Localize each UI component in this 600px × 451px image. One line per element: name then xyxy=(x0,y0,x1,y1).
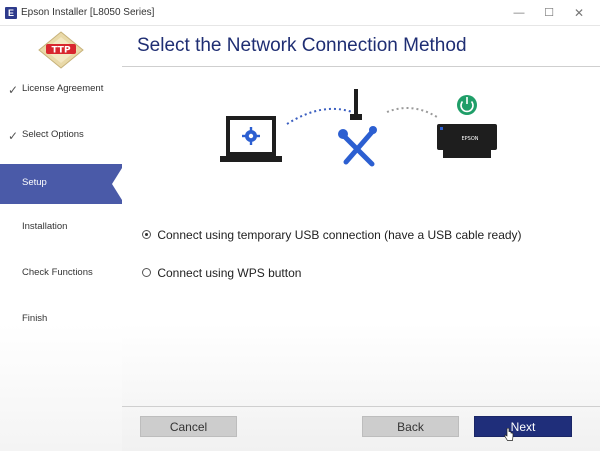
ttp-logo: TTP xyxy=(38,31,84,69)
radio-selected-icon[interactable] xyxy=(142,230,151,239)
sidebar-item-installation: Installation xyxy=(0,208,122,248)
sidebar-item-setup: Setup xyxy=(0,164,122,204)
usb-connection-label[interactable]: Connect using temporary USB connection (… xyxy=(157,228,521,242)
maximize-button[interactable]: ☐ xyxy=(540,4,558,22)
sidebar-item-label: Check Functions xyxy=(22,267,93,278)
sidebar-item-select-options: ✓ Select Options xyxy=(0,116,122,156)
window-titlebar: E Epson Installer [L8050 Series] — ☐ ✕ xyxy=(0,0,600,26)
next-button[interactable]: Next xyxy=(474,416,572,437)
page-title: Select the Network Connection Method xyxy=(137,35,467,56)
checkmark-icon: ✓ xyxy=(8,129,19,143)
hand-cursor-icon xyxy=(504,428,514,441)
radio-unselected-icon[interactable] xyxy=(142,268,151,277)
sidebar-item-label: Select Options xyxy=(22,129,84,140)
router-icon xyxy=(350,89,362,120)
sidebar-item-label: Setup xyxy=(22,177,47,188)
back-button[interactable]: Back xyxy=(362,416,459,437)
epson-app-icon: E xyxy=(5,7,17,19)
sidebar-item-finish: Finish xyxy=(0,300,122,340)
cancel-button[interactable]: Cancel xyxy=(140,416,237,437)
minimize-button[interactable]: — xyxy=(510,4,528,22)
footer-divider xyxy=(122,406,600,407)
laptop-gear-icon xyxy=(220,116,282,162)
sidebar: TTP ✓ License Agreement ✓ Select Options… xyxy=(0,26,122,451)
tools-icon xyxy=(338,126,377,167)
sidebar-item-label: Finish xyxy=(22,313,48,324)
network-illustration: EPSON xyxy=(220,89,497,167)
wps-connection-label[interactable]: Connect using WPS button xyxy=(157,266,301,280)
wps-connection-option[interactable]: Connect using WPS button xyxy=(142,266,301,280)
window-title: Epson Installer [L8050 Series] xyxy=(21,7,155,18)
sidebar-item-label: License Agreement xyxy=(22,83,104,94)
main-panel: Select the Network Connection Method EPS… xyxy=(122,26,600,451)
sidebar-item-label: Installation xyxy=(22,221,68,232)
printer-icon: EPSON xyxy=(437,124,497,158)
usb-connection-option[interactable]: Connect using temporary USB connection (… xyxy=(142,228,522,242)
logo-text: TTP xyxy=(51,46,70,56)
wireless-wave-left xyxy=(286,107,353,125)
wireless-wave-right xyxy=(386,107,438,118)
printer-brand-label: EPSON xyxy=(461,136,478,142)
checkmark-icon: ✓ xyxy=(8,83,19,97)
title-divider xyxy=(122,66,600,67)
power-icon xyxy=(457,95,477,115)
close-button[interactable]: ✕ xyxy=(570,4,588,22)
sidebar-item-license-agreement: ✓ License Agreement xyxy=(0,70,122,110)
sidebar-item-check-functions: Check Functions xyxy=(0,254,122,294)
